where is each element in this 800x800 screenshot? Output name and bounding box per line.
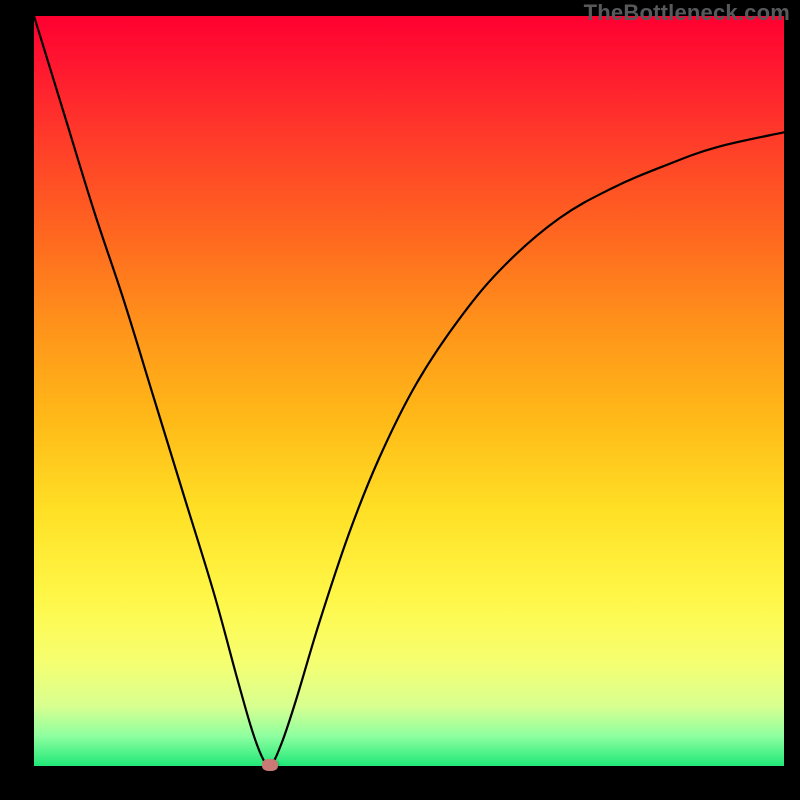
bottleneck-curve — [34, 16, 784, 766]
chart-frame: TheBottleneck.com — [0, 0, 800, 800]
optimum-marker — [262, 759, 278, 771]
watermark-text: TheBottleneck.com — [584, 0, 790, 26]
